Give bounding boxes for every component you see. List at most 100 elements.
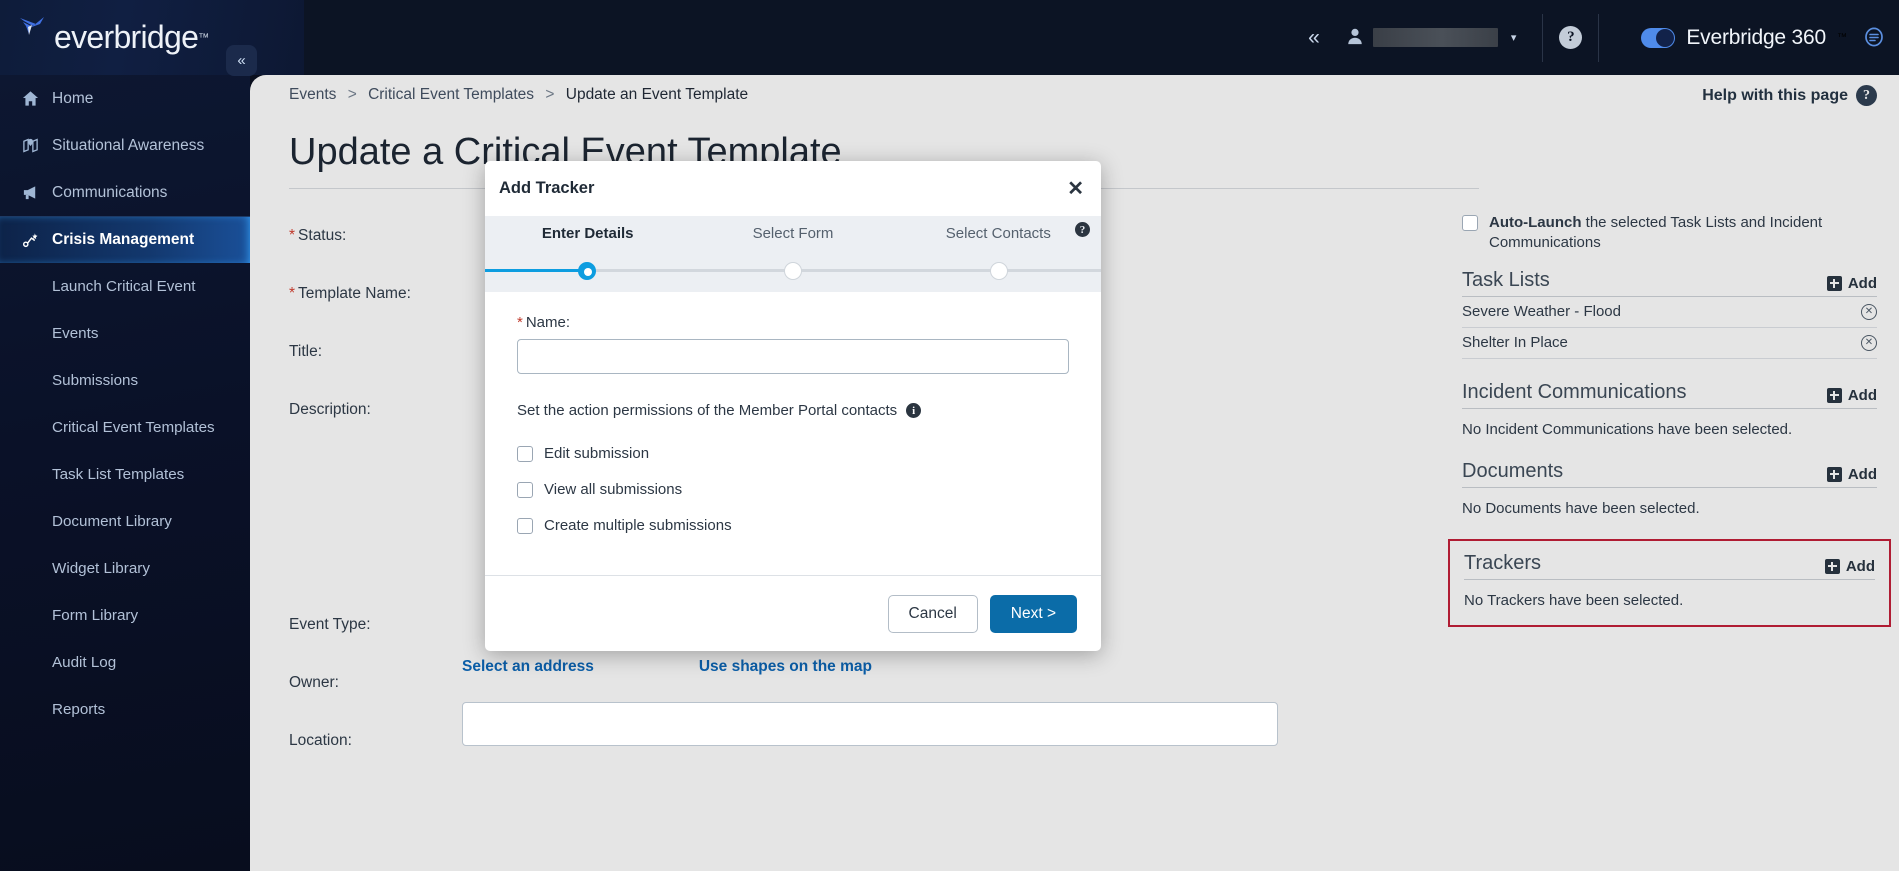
close-icon[interactable]: ✕ [1067,179,1084,199]
permission-row-create-multiple-submissions[interactable]: Create multiple submissions [517,507,1069,543]
crisis-icon [22,232,52,249]
use-shapes-on-map-link[interactable]: Use shapes on the map [699,658,872,676]
sidebar-item-critical-event-templates[interactable]: Critical Event Templates [0,404,250,451]
breadcrumb: Events > Critical Event Templates > Upda… [289,86,748,104]
name-label-text: Name: [525,314,571,331]
list-item[interactable]: Shelter In Place ✕ [1462,328,1877,359]
sidebar-item-communications[interactable]: Communications [0,169,250,216]
step-dot-select-form[interactable] [784,262,802,280]
step-enter-details[interactable]: Enter Details [485,225,690,242]
breadcrumb-item-critical-event-templates[interactable]: Critical Event Templates [368,86,534,103]
sidebar-item-label: Situational Awareness [52,136,205,154]
empty-state-text: No Trackers have been selected. [1464,591,1684,609]
sidebar-item-home[interactable]: Home [0,75,250,122]
template-resources-panel: Auto-Launch the selected Task Lists and … [1448,213,1891,649]
sidebar-item-audit-log[interactable]: Audit Log [0,639,250,686]
help-icon[interactable]: ? [1559,26,1583,49]
info-icon[interactable]: i [906,403,922,418]
sidebar-item-form-library[interactable]: Form Library [0,592,250,639]
list-item[interactable]: Severe Weather - Flood ✕ [1462,297,1877,328]
sidebar-item-document-library[interactable]: Document Library [0,498,250,545]
add-tracker-button[interactable]: Add [1824,557,1875,575]
permissions-list: Edit submission View all submissions Cre… [517,435,1069,543]
topbar-divider-2 [1598,13,1600,62]
view-all-submissions-checkbox[interactable] [517,482,533,498]
add-task-list-button[interactable]: Add [1826,274,1877,292]
sidebar-item-label: Crisis Management [52,231,195,248]
step-progress-track [485,259,1101,281]
plus-icon [1826,387,1842,403]
edit-submission-checkbox[interactable] [517,446,533,462]
user-menu[interactable]: ▾ [1336,27,1527,49]
step-label-row: Enter Details Select Form Select Contact… [485,225,1101,242]
sidebar-item-events[interactable]: Events [0,310,250,357]
cancel-button[interactable]: Cancel [887,594,978,633]
auto-launch-checkbox[interactable] [1462,215,1478,231]
everbridge-logo[interactable]: everbridge ™ [0,0,304,75]
sidebar-item-reports[interactable]: Reports [0,686,250,733]
name-input[interactable] [517,339,1069,374]
section-task-lists: Task Lists Add Severe Weather - Flood ✕ … [1462,269,1877,359]
breadcrumb-item-events[interactable]: Events [289,86,336,103]
remove-icon[interactable]: ✕ [1861,303,1877,320]
step-dot-select-contacts[interactable] [989,262,1008,280]
sidebar-item-label: Home [52,89,94,107]
modal-stepper: ? Enter Details Select Form Select Conta… [485,216,1101,292]
help-icon[interactable]: ? [1075,222,1090,237]
topbar-collapse-icon[interactable]: « [1292,27,1336,48]
user-avatar-icon [1346,27,1364,49]
everbridge-bird-icon [16,14,52,48]
section-title: Task Lists [1462,268,1550,291]
step-dot-enter-details[interactable] [578,262,597,280]
add-label: Add [1847,465,1877,483]
toggle-switch[interactable] [1641,27,1676,48]
section-documents: Documents Add No Documents have been sel… [1462,460,1877,517]
list-item-label: Severe Weather - Flood [1462,303,1621,321]
topbar-right-group: « ▾ ? Everbridge 360 ™ [1292,0,1899,75]
sidebar-item-situational-awareness[interactable]: Situational Awareness [0,122,250,169]
add-label: Add [1845,557,1875,575]
add-label: Add [1847,274,1877,292]
map-pin-icon [22,137,52,154]
username-redacted [1372,28,1498,47]
create-multiple-submissions-checkbox[interactable] [517,518,533,534]
permission-row-view-all-submissions[interactable]: View all submissions [517,471,1069,507]
remove-icon[interactable]: ✕ [1861,334,1877,351]
sidebar-nav: Home Situational Awareness Communication… [0,75,250,871]
megaphone-icon [22,184,52,201]
home-icon [22,90,52,107]
select-an-address-link[interactable]: Select an address [462,658,594,676]
section-title: Documents [1462,459,1564,482]
chat-icon[interactable] [1863,27,1885,49]
add-document-button[interactable]: Add [1826,465,1877,483]
step-select-contacts[interactable]: Select Contacts [896,225,1101,242]
sidebar-item-submissions[interactable]: Submissions [0,357,250,404]
location-link-group: Select an address Use shapes on the map [462,658,1162,676]
name-field-label: * Name: [517,314,1069,331]
progress-fill [485,269,588,272]
modal-body: * Name: Set the action permissions of the… [485,292,1101,575]
add-incident-communication-button[interactable]: Add [1826,387,1877,404]
sidebar-item-task-list-templates[interactable]: Task List Templates [0,451,250,498]
chevron-down-icon: ▾ [1510,32,1517,44]
plus-icon [1826,275,1842,291]
next-button[interactable]: Next > [989,594,1077,633]
section-trackers: Trackers Add No Trackers have been selec… [1448,538,1891,627]
step-select-form[interactable]: Select Form [690,225,895,242]
permissions-heading-row: Set the action permissions of the Member… [517,402,1069,419]
help-with-this-page-link[interactable]: Help with this page ? [1702,85,1877,106]
everbridge-360-trademark: ™ [1837,32,1847,43]
plus-icon [1824,558,1840,574]
required-asterisk: * [517,314,523,331]
section-header: Trackers Add [1464,552,1875,579]
everbridge-360-toggle[interactable]: Everbridge 360 ™ [1641,26,1847,50]
sidebar-collapse-button[interactable]: « [226,45,257,76]
permission-row-edit-submission[interactable]: Edit submission [517,435,1069,471]
sidebar-item-crisis-management[interactable]: Crisis Management [0,216,250,263]
sidebar-item-launch-critical-event[interactable]: Launch Critical Event [0,263,250,310]
everbridge-360-label: Everbridge 360 [1686,25,1826,49]
modal-title: Add Tracker [499,179,595,197]
sidebar-item-label: Communications [52,183,168,201]
location-input[interactable] [462,702,1278,746]
sidebar-item-widget-library[interactable]: Widget Library [0,545,250,592]
